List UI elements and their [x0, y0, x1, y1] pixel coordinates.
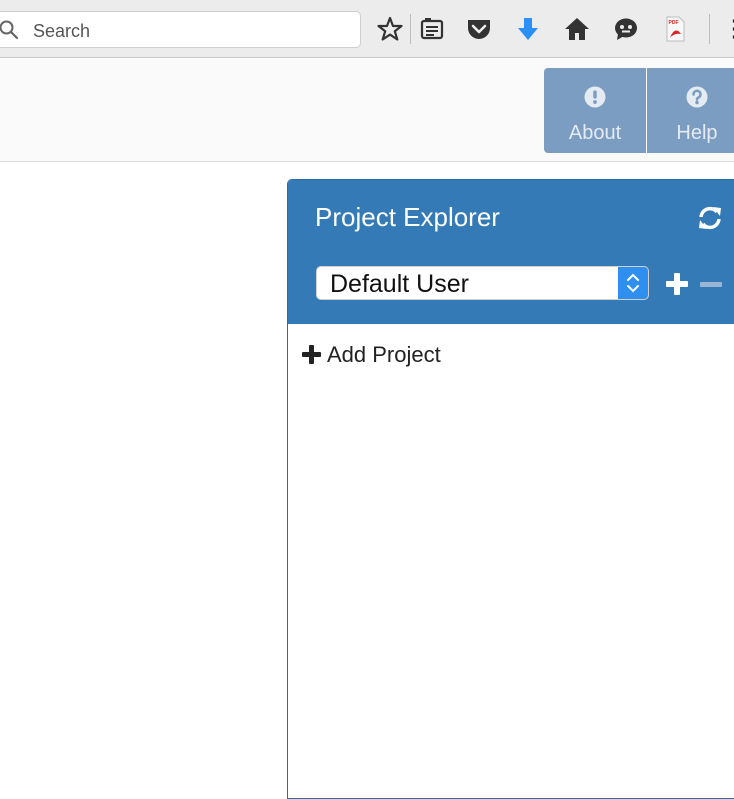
project-explorer-panel: Project Explorer Default User Add Projec…: [287, 179, 734, 799]
pdf-icon[interactable]: PDF: [662, 16, 688, 42]
pocket-icon[interactable]: [466, 16, 492, 42]
about-label: About: [568, 122, 622, 144]
exclamation-circle-icon: [584, 86, 606, 108]
user-select[interactable]: Default User: [316, 266, 649, 300]
help-label: Help: [676, 122, 718, 144]
project-explorer-title: Project Explorer: [315, 202, 500, 232]
help-button[interactable]: Help: [647, 68, 734, 153]
refresh-icon[interactable]: [697, 205, 723, 231]
browser-toolbar: PDF: [0, 0, 734, 58]
reading-list-icon[interactable]: [419, 16, 445, 42]
app-header: About Help: [0, 59, 734, 162]
chevron-up-down-icon: [627, 273, 639, 293]
home-icon[interactable]: [564, 16, 590, 42]
select-stepper[interactable]: [618, 267, 648, 299]
pdf-icon-label: PDF: [669, 20, 679, 26]
download-icon[interactable]: [515, 16, 541, 42]
star-icon[interactable]: [377, 16, 403, 42]
toolbar-separator: [410, 14, 411, 44]
toolbar-separator: [709, 14, 710, 44]
plus-icon: [302, 345, 321, 364]
add-user-icon[interactable]: [665, 272, 689, 296]
user-select-value: Default User: [330, 270, 469, 298]
chat-icon[interactable]: [613, 16, 639, 42]
search-box[interactable]: [0, 11, 361, 48]
search-input[interactable]: [31, 18, 335, 44]
menu-icon[interactable]: [722, 16, 734, 42]
project-explorer-header: Project Explorer Default User: [288, 180, 734, 324]
search-icon: [0, 20, 19, 40]
add-project-button[interactable]: Add Project: [302, 342, 441, 368]
add-project-label: Add Project: [327, 342, 441, 367]
about-button[interactable]: About: [544, 68, 646, 153]
remove-user-icon[interactable]: [699, 282, 723, 288]
question-circle-icon: [686, 86, 708, 108]
